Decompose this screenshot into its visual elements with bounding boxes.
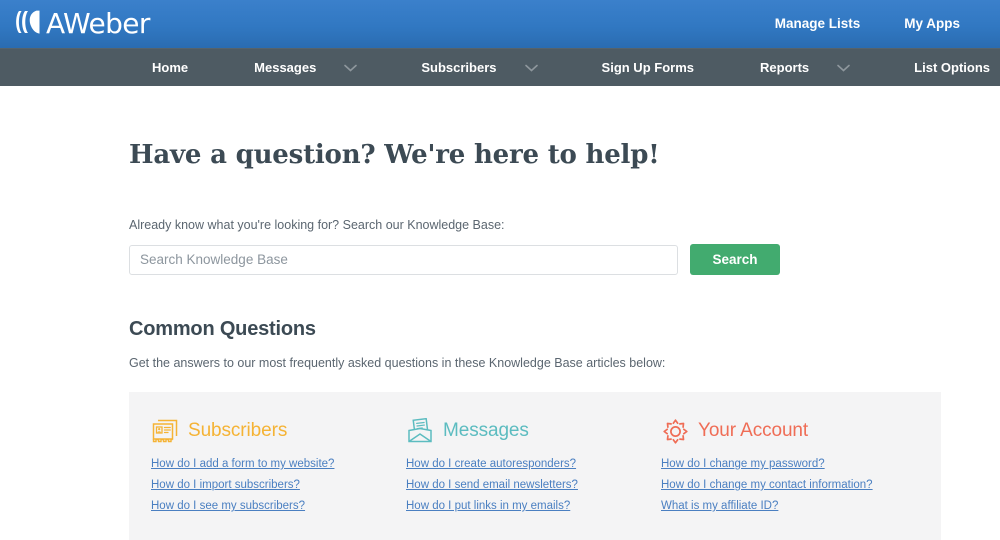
question-link[interactable]: How do I put links in my emails? — [406, 500, 661, 512]
column-title-subscribers: Subscribers — [188, 420, 287, 442]
question-link[interactable]: How do I change my password? — [661, 458, 916, 470]
nav-label-home: Home — [150, 60, 190, 75]
column-title-messages: Messages — [443, 420, 529, 442]
aweber-logo-icon — [14, 8, 44, 41]
nav-item-list-options[interactable]: List Options — [912, 49, 992, 86]
search-button[interactable]: Search — [690, 244, 780, 275]
nav-spacer — [190, 49, 252, 86]
nav-spacer — [357, 49, 419, 86]
nav-spacer — [850, 49, 912, 86]
chevron-down-icon[interactable] — [837, 64, 850, 72]
main-navigation: Home Messages Subscribers Sign Up Forms … — [0, 48, 1000, 86]
search-input[interactable] — [129, 245, 678, 275]
manage-lists-link[interactable]: Manage Lists — [753, 0, 883, 48]
my-apps-link[interactable]: My Apps — [882, 0, 982, 48]
envelope-letter-icon — [406, 417, 434, 445]
nav-item-sign-up-forms[interactable]: Sign Up Forms — [600, 49, 696, 86]
question-link[interactable]: How do I create autoresponders? — [406, 458, 661, 470]
nav-label-list-options: List Options — [912, 60, 992, 75]
question-link[interactable]: What is my affiliate ID? — [661, 500, 916, 512]
aweber-logo[interactable]: AWeber — [14, 8, 150, 40]
nav-item-reports[interactable]: Reports — [758, 49, 850, 86]
chevron-down-icon[interactable] — [525, 64, 538, 72]
common-questions-title: Common Questions — [129, 275, 1000, 341]
contact-card-icon — [151, 417, 179, 445]
panel-column-subscribers: Subscribers How do I add a form to my we… — [151, 416, 406, 512]
column-header-subscribers: Subscribers — [151, 416, 406, 446]
common-questions-panel: Subscribers How do I add a form to my we… — [129, 392, 941, 540]
page-content: Have a question? We're here to help! Alr… — [0, 86, 1000, 540]
search-row: Search — [129, 244, 1000, 275]
column-title-your-account: Your Account — [698, 420, 808, 442]
chevron-down-icon[interactable] — [344, 64, 357, 72]
question-link[interactable]: How do I import subscribers? — [151, 479, 406, 491]
top-brand-bar: AWeber Manage Lists My Apps — [0, 0, 1000, 48]
page-title: Have a question? We're here to help! — [129, 86, 1000, 170]
panel-column-your-account: Your Account How do I change my password… — [661, 416, 916, 512]
common-questions-subtitle: Get the answers to our most frequently a… — [129, 341, 1000, 370]
question-link[interactable]: How do I change my contact information? — [661, 479, 916, 491]
nav-item-messages[interactable]: Messages — [252, 49, 357, 86]
nav-label-reports: Reports — [758, 60, 811, 75]
aweber-logo-text: AWeber — [46, 10, 150, 38]
nav-label-messages: Messages — [252, 60, 318, 75]
topbar-links: Manage Lists My Apps — [753, 0, 1000, 48]
column-header-your-account: Your Account — [661, 416, 916, 446]
nav-label-sign-up-forms: Sign Up Forms — [600, 60, 696, 75]
column-header-messages: Messages — [406, 416, 661, 446]
nav-spacer — [538, 49, 600, 86]
nav-item-home[interactable]: Home — [150, 49, 190, 86]
panel-column-messages: Messages How do I create autoresponders?… — [406, 416, 661, 512]
nav-label-subscribers: Subscribers — [419, 60, 498, 75]
question-link[interactable]: How do I see my subscribers? — [151, 500, 406, 512]
question-link[interactable]: How do I add a form to my website? — [151, 458, 406, 470]
question-link[interactable]: How do I send email newsletters? — [406, 479, 661, 491]
gear-icon — [661, 417, 689, 445]
nav-item-subscribers[interactable]: Subscribers — [419, 49, 537, 86]
nav-spacer — [696, 49, 758, 86]
search-label: Already know what you're looking for? Se… — [129, 170, 1000, 232]
